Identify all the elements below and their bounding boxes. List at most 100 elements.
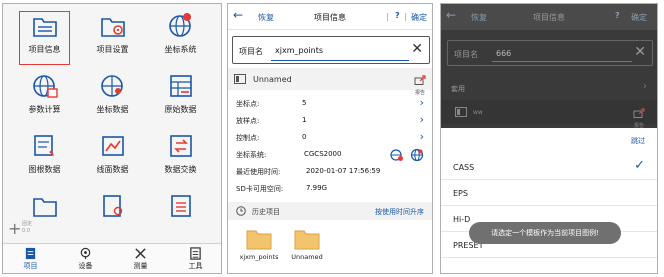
info-row-coordinate-system: 坐标系统: CGCS2000: [228, 147, 432, 163]
confirm-button: 确定: [631, 13, 647, 22]
history-project-folder[interactable]: Unnamed: [282, 228, 332, 261]
grid-item-label: 项目设置: [96, 45, 129, 54]
grid-item-coordinate-data[interactable]: 坐标数据: [76, 64, 149, 121]
chevron-right-icon: ›: [419, 96, 424, 109]
template-option-eps[interactable]: EPS: [441, 180, 657, 206]
project-menu-screen: 项目信息 项目设置 坐标系统 参数计算 坐标数据 原始数据 图根数据 线面数据 …: [2, 3, 222, 274]
tools-tab-icon: [190, 247, 201, 260]
coordinate-system-icon: [168, 13, 191, 37]
template-name: Unnamed: [253, 75, 292, 84]
report-export-icon: [633, 108, 645, 118]
project-name-label: 项目名: [454, 50, 478, 59]
template-bottom-sheet: 跳过 CASS ✓ EPS Hi-D PRESET 请选定一个模板作为当前项目图…: [441, 128, 657, 273]
tab-device[interactable]: 设备: [58, 244, 113, 273]
data-exchange-icon: [169, 135, 192, 157]
help-button: ?: [615, 11, 620, 20]
sort-button[interactable]: 按使用时间升序: [375, 207, 424, 217]
tab-tools[interactable]: 工具: [168, 244, 221, 273]
clock-icon: [236, 206, 246, 216]
grid-item-raw-data[interactable]: 原始数据: [144, 64, 217, 121]
report-button: 报告: [633, 103, 645, 129]
info-key: 坐标系统:: [236, 151, 267, 159]
confirm-button[interactable]: 确定: [411, 12, 427, 23]
grid-item-label: 数据交换: [164, 165, 197, 174]
skip-button[interactable]: 跳过: [631, 136, 645, 146]
grid-item-label: 坐标数据: [96, 105, 129, 114]
report-button[interactable]: 报告: [414, 70, 426, 96]
raw-data-icon: [169, 75, 192, 97]
template-folder-icon: [455, 107, 467, 117]
info-key: 控制点:: [236, 134, 260, 142]
info-row-control-points[interactable]: 控制点: 0 ›: [228, 130, 432, 146]
measure-tab-icon: [135, 248, 146, 259]
option-label: Hi-D: [453, 215, 471, 224]
coordinate-settings-icon[interactable]: [390, 148, 404, 162]
grid-item-line-area-data[interactable]: 线面数据: [76, 124, 149, 181]
info-row-stakeout-points[interactable]: 放样点: 1 ›: [228, 113, 432, 129]
device-tab-icon: [80, 247, 91, 260]
info-key: 最近使用时间:: [236, 168, 281, 176]
grid-item-control-data[interactable]: 图根数据: [8, 124, 81, 181]
option-label: CASS: [453, 163, 475, 172]
tab-project[interactable]: 项目: [3, 244, 58, 273]
info-row-coordinate-points[interactable]: 坐标点: 5 ›: [228, 96, 432, 112]
project-name-value: 666: [496, 49, 512, 58]
project-name-label: 项目名: [239, 47, 263, 56]
checkmark-icon: ✓: [634, 158, 645, 173]
grid-item-partial-3[interactable]: [144, 184, 217, 241]
info-value: 7.99G: [306, 184, 328, 192]
grid-item-label: 坐标系统: [164, 45, 197, 54]
tab-label: 工具: [188, 262, 203, 270]
globe-icon[interactable]: [410, 148, 424, 162]
control-data-icon: [33, 135, 54, 156]
grid-item-label: 线面数据: [96, 165, 129, 174]
parameter-calc-icon: [32, 75, 58, 98]
coordinate-data-icon: [100, 75, 123, 97]
grid-item-label: 图根数据: [28, 165, 61, 174]
fix-status-label: 固定: [22, 221, 33, 227]
tab-label: 测量: [133, 262, 148, 270]
project-name-input[interactable]: [271, 41, 409, 61]
info-key: 放样点:: [236, 117, 260, 125]
document-search-icon: [102, 195, 122, 217]
history-header: 历史项目 按使用时间升序: [228, 202, 432, 220]
plus-icon: +: [8, 219, 22, 238]
tab-label: 项目: [23, 262, 38, 270]
page-title: 项目信息: [533, 13, 565, 22]
header-bar: ← 恢复 项目信息 | ? | 确定: [228, 4, 432, 30]
fix-status-value: 0.0: [22, 228, 30, 234]
template-row[interactable]: Unnamed 报告: [228, 68, 432, 96]
chevron-right-icon: ›: [419, 113, 424, 126]
grid-item-label: 参数计算: [28, 105, 61, 114]
info-value: 5: [302, 99, 307, 107]
grid-item-data-exchange[interactable]: 数据交换: [144, 124, 217, 181]
grid-item-coordinate-system[interactable]: 坐标系统: [144, 4, 217, 61]
template-option-cass[interactable]: CASS ✓: [441, 154, 657, 180]
history-label: 历史项目: [252, 208, 280, 216]
floating-add-button[interactable]: + 固定 0.0: [6, 217, 36, 243]
project-tab-icon: [25, 247, 36, 260]
tab-measure[interactable]: 测量: [113, 244, 168, 273]
folder-icon: [246, 230, 272, 250]
dimmed-background: ← 恢复 项目信息 ? 确定 项目名 666 ✕ 套用 › ww 报告: [441, 4, 657, 129]
project-name-field: 项目名 666 ✕: [447, 40, 653, 66]
project-name-field: 项目名 ✕: [232, 36, 430, 64]
grid-item-parameter-calc[interactable]: 参数计算: [8, 64, 81, 121]
grid-item-partial-2[interactable]: [76, 184, 149, 241]
project-settings-icon: [100, 18, 125, 37]
clear-icon[interactable]: ✕: [411, 41, 423, 57]
project-info-screen: ← 恢复 项目信息 | ? | 确定 项目名 ✕ Unnamed: [227, 3, 433, 274]
clear-icon: ✕: [634, 44, 646, 60]
help-button[interactable]: ?: [395, 11, 400, 20]
folder-icon: [294, 230, 320, 250]
selection-highlight: [19, 11, 70, 65]
folder-name: xjxm_points: [239, 253, 279, 261]
header-divider: |: [404, 12, 407, 21]
chevron-right-icon: ›: [419, 130, 424, 143]
grid-item-project-settings[interactable]: 项目设置: [76, 4, 149, 61]
input-underline: [492, 61, 632, 62]
template-select-screen: ← 恢复 项目信息 ? 确定 项目名 666 ✕ 套用 › ww 报告 跳过 C…: [440, 3, 658, 274]
page-title: 项目信息: [314, 13, 346, 22]
folder-name: Unnamed: [291, 253, 323, 261]
history-project-folder[interactable]: xjxm_points: [234, 228, 284, 261]
